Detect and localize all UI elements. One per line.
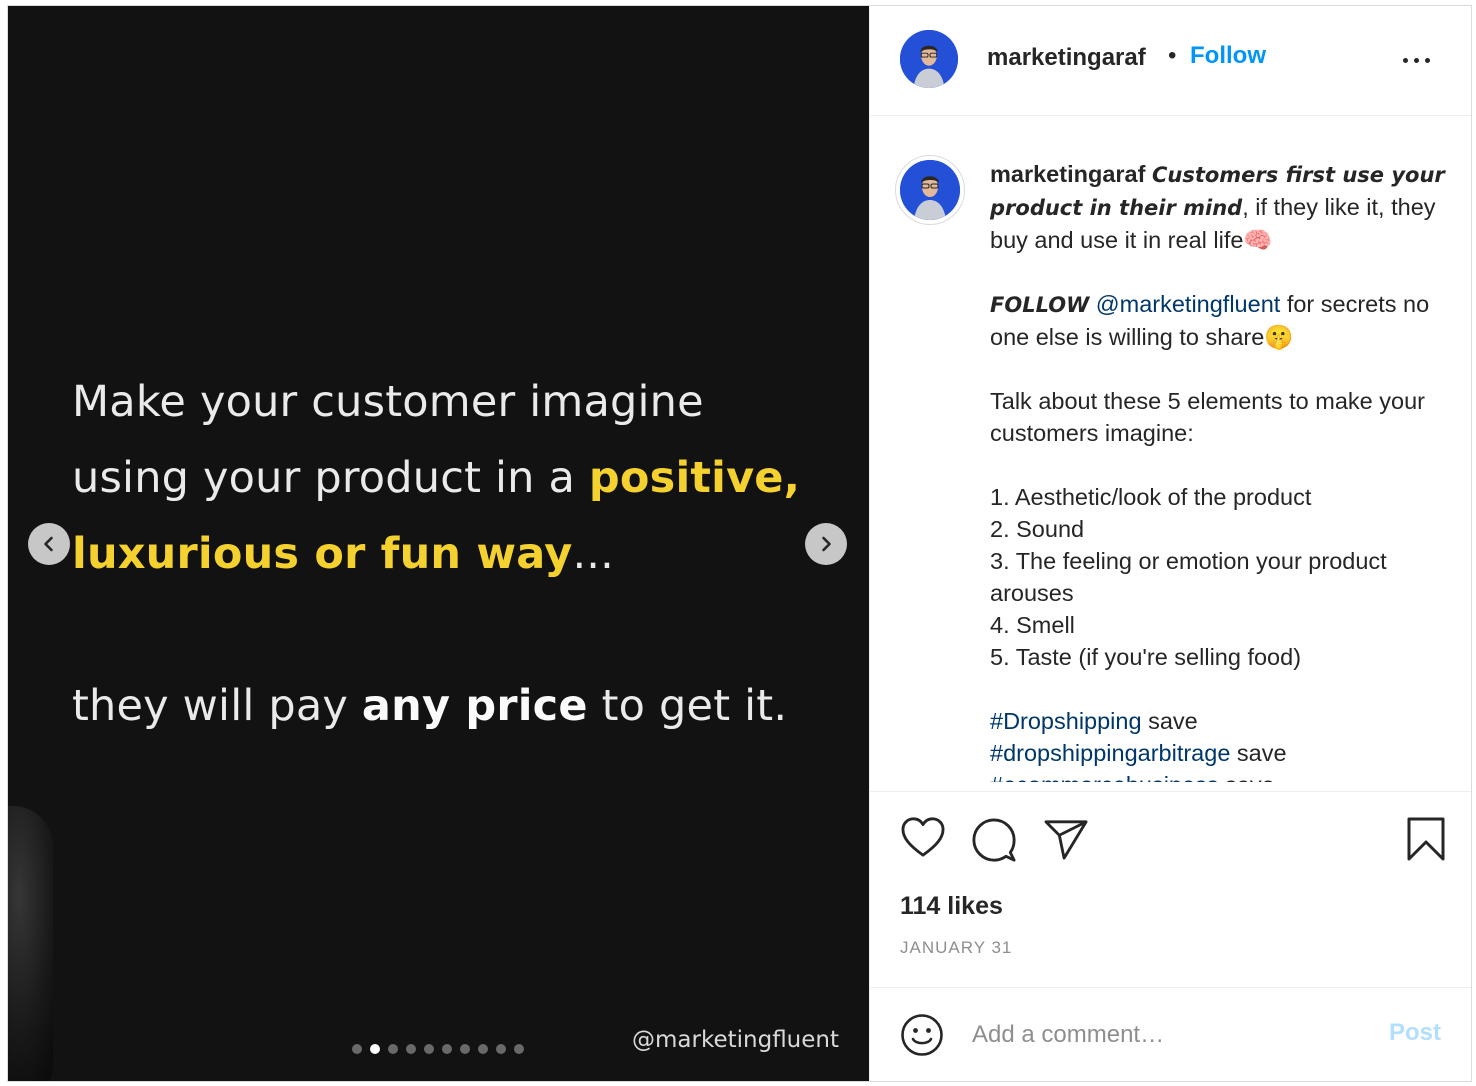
slide-line-2-highlight: positive, [588, 453, 801, 503]
hashtag-link[interactable]: #ecommercebusiness [990, 772, 1219, 782]
background-figure [8, 806, 53, 1081]
list-item: 5. Taste (if you're selling food) [990, 644, 1302, 670]
caption-mention-link[interactable]: @marketingfluent [1096, 291, 1281, 317]
list-item: 1. Aesthetic/look of the product [990, 484, 1312, 510]
post-date[interactable]: JANUARY 31 [900, 938, 1012, 958]
post-dialog: Make your customer imagine using your pr… [7, 5, 1472, 1082]
header-username[interactable]: marketingaraf [987, 44, 1146, 72]
comment-bar: Post [870, 987, 1471, 1081]
caption-area[interactable]: marketingaraf Customers first use your p… [870, 117, 1471, 782]
next-slide-button[interactable] [805, 523, 847, 565]
slide-text: Make your customer imagine using your pr… [72, 364, 852, 744]
hashtag-suffix: save [1219, 772, 1275, 782]
caption-text: marketingaraf Customers first use your p… [990, 158, 1450, 782]
slide-line-2: using your product in a positive, [72, 440, 852, 516]
caption-avatar[interactable] [900, 160, 960, 220]
post-header: marketingaraf • Follow [870, 6, 1471, 116]
header-separator: • [1168, 42, 1177, 69]
carousel-dot [478, 1044, 488, 1054]
hashtag-suffix: save [1141, 708, 1198, 734]
slide-line-3-ellipsis: ... [572, 529, 615, 579]
likes-count[interactable]: 114 likes [900, 892, 1003, 921]
post-actions: 114 likes JANUARY 31 [870, 791, 1471, 991]
caption-paragraph-2: FOLLOW @marketingfluent for secrets no o… [990, 288, 1450, 353]
caption-username[interactable]: marketingaraf [990, 161, 1145, 187]
slide-line-4: they will pay any price to get it. [72, 668, 852, 744]
carousel-dot [442, 1044, 452, 1054]
carousel-dot [460, 1044, 470, 1054]
comment-input[interactable] [972, 1018, 1372, 1052]
chevron-left-icon [44, 536, 53, 552]
list-item: 4. Smell [990, 612, 1075, 638]
slide-line-4-b: to get it. [587, 681, 788, 731]
hashtag-link[interactable]: #Dropshipping [990, 708, 1142, 734]
smiley-icon[interactable] [900, 1013, 944, 1057]
avatar[interactable] [900, 30, 958, 88]
carousel-dot [406, 1044, 416, 1054]
slide-line-1: Make your customer imagine [72, 377, 704, 427]
carousel-dot [424, 1044, 434, 1054]
slide-line-3: luxurious or fun way... [72, 516, 852, 592]
carousel-indicator [352, 1044, 524, 1054]
slide-line-3-highlight: luxurious or fun way [72, 529, 573, 579]
caption-paragraph-1: marketingaraf Customers first use your p… [990, 158, 1450, 256]
carousel-dot [514, 1044, 524, 1054]
hashtag-line: #dropshippingarbitrage save [990, 737, 1450, 769]
profile-photo-icon [900, 160, 960, 220]
caption-follow-word: FOLLOW [990, 293, 1090, 317]
previous-slide-button[interactable] [28, 523, 70, 565]
heart-icon[interactable] [900, 816, 946, 858]
hashtag-line: #ecommercebusiness save [990, 769, 1450, 782]
list-item: 2. Sound [990, 516, 1085, 542]
caption-intro: Talk about these 5 elements to make your… [990, 388, 1425, 446]
chevron-right-icon [822, 536, 831, 552]
carousel-dot [370, 1044, 380, 1054]
bookmark-icon[interactable] [1406, 816, 1446, 862]
hashtag-line: #Dropshipping save [990, 705, 1450, 737]
slide-line-2-plain: using your product in a [72, 453, 589, 503]
post-media: Make your customer imagine using your pr… [8, 6, 869, 1081]
carousel-dot [496, 1044, 506, 1054]
list-item: 3. The feeling or emotion your product a… [990, 548, 1387, 606]
paper-plane-icon[interactable] [1043, 819, 1089, 861]
slide-line-4-a: they will pay [72, 681, 362, 731]
post-comment-button[interactable]: Post [1389, 1019, 1441, 1047]
profile-photo-icon [900, 30, 958, 88]
media-watermark: @marketingfluent [632, 1027, 839, 1053]
carousel-dot [388, 1044, 398, 1054]
post-side-panel: marketingaraf • Follow marketingaraf Cus… [869, 6, 1471, 1081]
comment-icon[interactable] [971, 817, 1017, 863]
hashtag-link[interactable]: #dropshippingarbitrage [990, 740, 1230, 766]
hashtag-suffix: save [1230, 740, 1287, 766]
follow-button[interactable]: Follow [1190, 42, 1266, 70]
carousel-dot [352, 1044, 362, 1054]
more-options-icon[interactable] [1403, 50, 1437, 70]
slide-line-4-bold: any price [361, 681, 588, 731]
